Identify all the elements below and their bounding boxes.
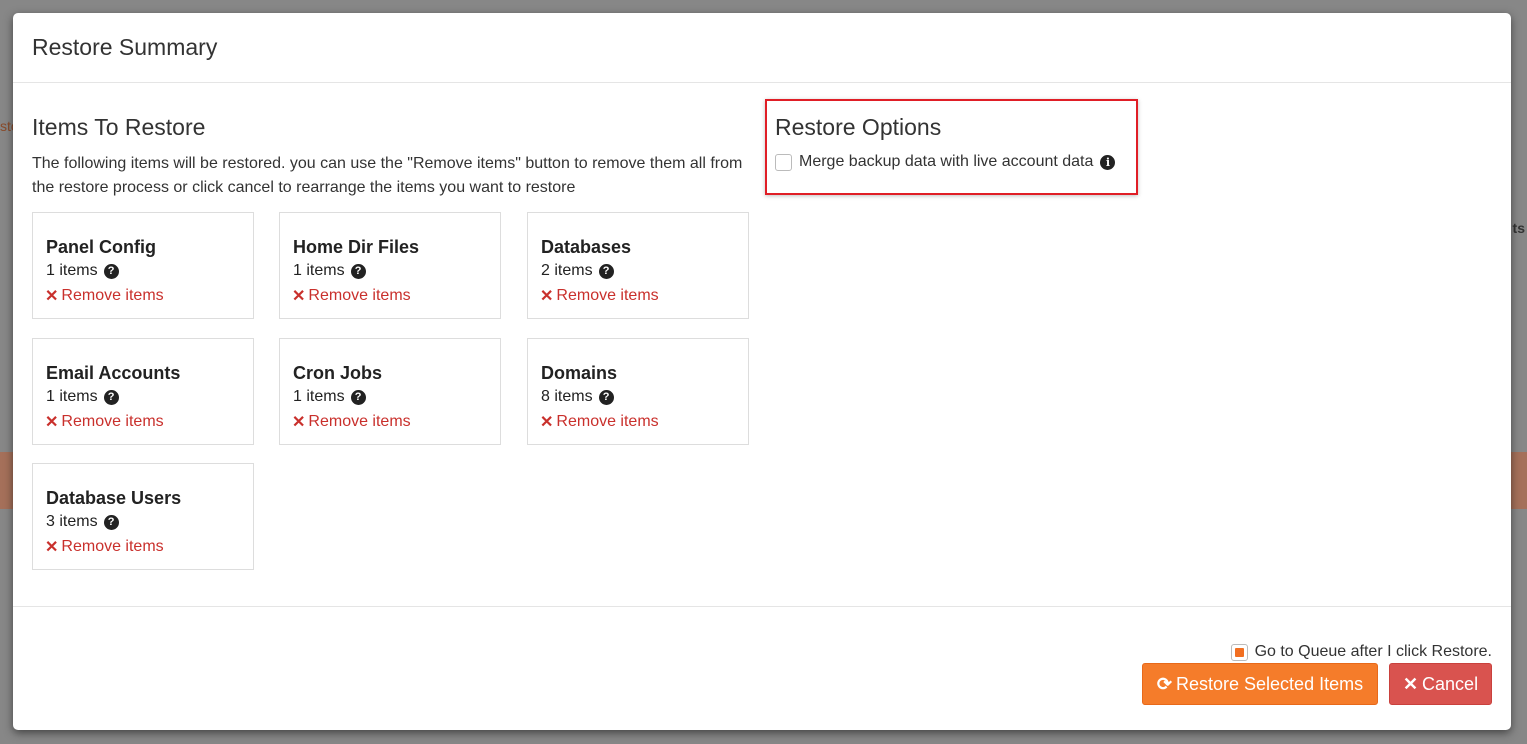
go-to-queue-row: Go to Queue after I click Restore. (1230, 643, 1492, 661)
go-to-queue-label[interactable]: Go to Queue after I click Restore. (1255, 643, 1492, 661)
remove-items-label: Remove items (308, 287, 411, 304)
card-count-text: 3 items (46, 513, 98, 530)
card-title: Cron Jobs (293, 363, 383, 383)
restore-card-cron-jobs: Cron Jobs 1 items ? ✕ Remove items (279, 338, 501, 445)
remove-items-link[interactable]: ✕ Remove items (292, 412, 411, 432)
card-count: 8 items ? (541, 388, 614, 406)
remove-items-label: Remove items (308, 413, 411, 430)
remove-items-label: Remove items (61, 413, 164, 430)
question-circle-icon[interactable]: ? (350, 389, 366, 405)
remove-items-link[interactable]: ✕ Remove items (540, 412, 659, 432)
restore-card-databases: Databases 2 items ? ✕ Remove items (527, 212, 749, 319)
remove-items-label: Remove items (556, 413, 659, 430)
go-to-queue-checkbox[interactable] (1230, 643, 1248, 661)
remove-items-link[interactable]: ✕ Remove items (45, 412, 164, 432)
restore-options-title: Restore Options (775, 114, 942, 140)
restore-card-domains: Domains 8 items ? ✕ Remove items (527, 338, 749, 445)
card-count: 1 items ? (46, 262, 119, 280)
card-count: 1 items ? (46, 388, 119, 406)
remove-items-label: Remove items (61, 538, 164, 555)
question-circle-icon[interactable]: ? (103, 514, 119, 530)
card-count-text: 8 items (541, 388, 593, 405)
refresh-icon: ⟳ (1156, 673, 1172, 694)
question-circle-icon[interactable]: ? (350, 263, 366, 279)
times-icon: ✕ (1402, 673, 1419, 694)
background-text-right: ts (1512, 220, 1525, 236)
restore-card-panel-config: Panel Config 1 items ? ✕ Remove items (32, 212, 254, 319)
card-count-text: 1 items (46, 262, 98, 279)
remove-items-link[interactable]: ✕ Remove items (45, 537, 164, 557)
remove-items-label: Remove items (556, 287, 659, 304)
restore-selected-items-button[interactable]: ⟳ Restore Selected Items (1142, 663, 1378, 705)
restore-card-database-users: Database Users 3 items ? ✕ Remove items (32, 463, 254, 570)
merge-checkbox[interactable] (775, 153, 792, 171)
card-count: 1 items ? (293, 262, 366, 280)
question-circle-icon[interactable]: ? (103, 389, 119, 405)
cancel-button[interactable]: ✕ Cancel (1389, 663, 1492, 705)
card-title: Databases (541, 237, 632, 257)
remove-items-label: Remove items (61, 287, 164, 304)
times-icon: ✕ (540, 288, 554, 305)
items-section-title: Items To Restore (32, 114, 206, 140)
restore-button-label: Restore Selected Items (1176, 673, 1364, 694)
merge-label[interactable]: Merge backup data with live account data (799, 153, 1093, 171)
card-count-text: 1 items (46, 388, 98, 405)
restore-card-email-accounts: Email Accounts 1 items ? ✕ Remove items (32, 338, 254, 445)
card-title: Database Users (46, 488, 182, 508)
remove-items-link[interactable]: ✕ Remove items (292, 286, 411, 306)
question-circle-icon[interactable]: ? (598, 263, 614, 279)
card-title: Home Dir Files (293, 237, 420, 257)
times-icon: ✕ (292, 414, 306, 431)
card-count-text: 2 items (541, 262, 593, 279)
times-icon: ✕ (540, 414, 554, 431)
info-circle-icon[interactable]: i (1100, 154, 1116, 170)
modal-header: Restore Summary (13, 13, 1511, 83)
card-title: Email Accounts (46, 363, 181, 383)
items-intro-text: The following items will be restored. yo… (32, 155, 743, 196)
times-icon: ✕ (45, 288, 59, 305)
card-count-text: 1 items (293, 262, 345, 279)
times-icon: ✕ (45, 414, 59, 431)
times-icon: ✕ (292, 288, 306, 305)
restore-card-home-dir-files: Home Dir Files 1 items ? ✕ Remove items (279, 212, 501, 319)
cancel-button-label: Cancel (1422, 673, 1479, 694)
remove-items-link[interactable]: ✕ Remove items (540, 286, 659, 306)
modal-title: Restore Summary (32, 34, 218, 60)
card-count: 3 items ? (46, 513, 119, 531)
card-title: Domains (541, 363, 618, 383)
question-circle-icon[interactable]: ? (103, 263, 119, 279)
card-title: Panel Config (46, 237, 157, 257)
question-circle-icon[interactable]: ? (598, 389, 614, 405)
restore-summary-modal: Restore Summary Items To Restore The fol… (13, 13, 1511, 730)
card-count-text: 1 items (293, 388, 345, 405)
merge-option-row: Merge backup data with live account data… (775, 153, 1116, 171)
remove-items-link[interactable]: ✕ Remove items (45, 286, 164, 306)
times-icon: ✕ (45, 539, 59, 556)
card-count: 1 items ? (293, 388, 366, 406)
card-count: 2 items ? (541, 262, 614, 280)
